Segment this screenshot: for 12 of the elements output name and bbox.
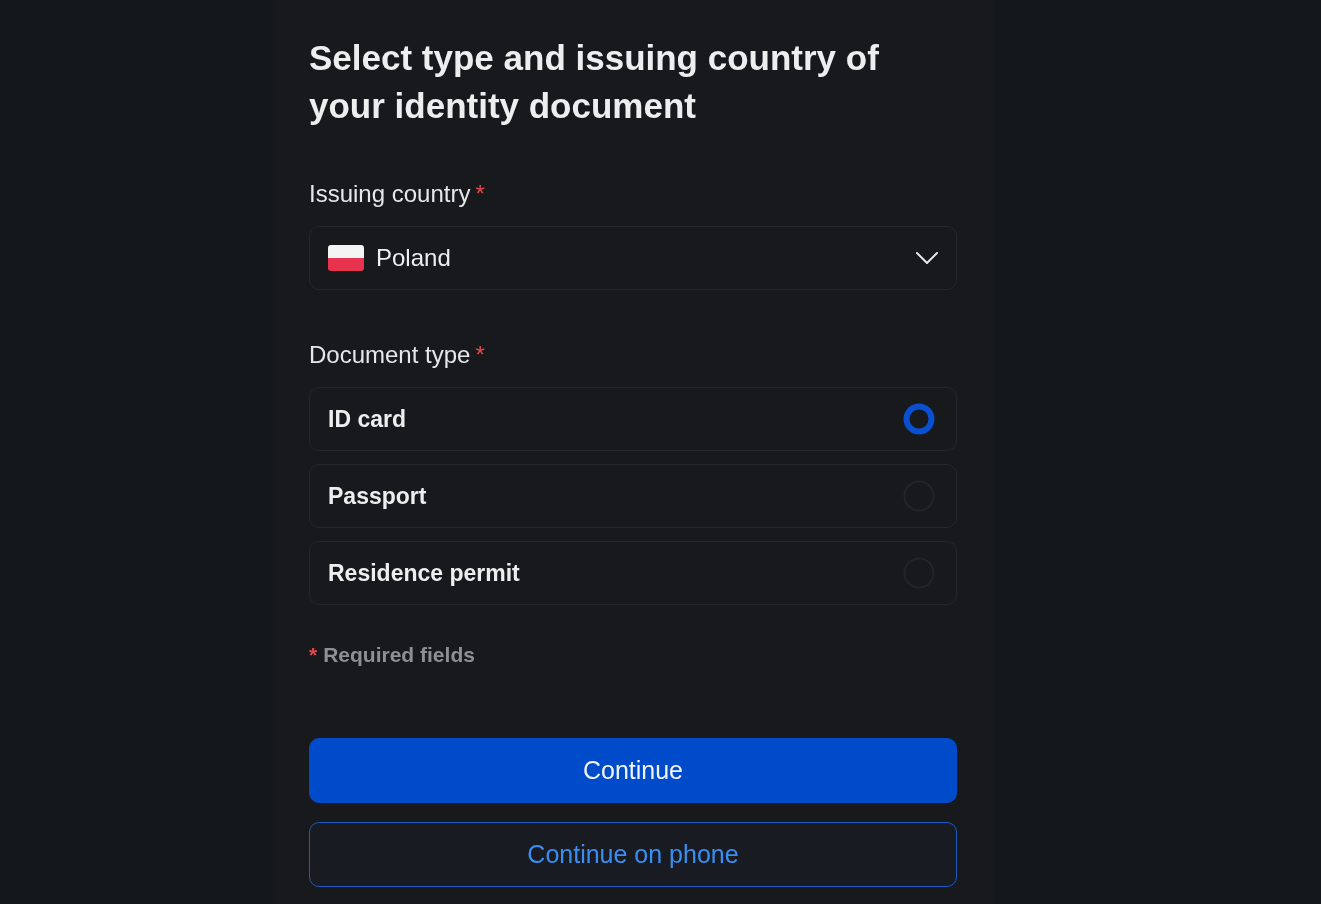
country-dropdown[interactable]: Poland xyxy=(309,226,957,290)
document-type-option[interactable]: Residence permit xyxy=(309,541,957,605)
field-label: Document type * xyxy=(309,340,486,370)
field-label: Issuing country * xyxy=(309,179,486,209)
flag-icon xyxy=(328,245,364,271)
page-heading: Select type and issuing country of your identity document xyxy=(309,37,880,127)
chevron-down-icon xyxy=(916,252,938,264)
document-type-option[interactable]: ID card xyxy=(309,387,957,451)
continue-button[interactable]: Continue xyxy=(309,738,957,803)
document-type-option[interactable]: Passport xyxy=(309,464,957,528)
required-fields-note: * Required fields xyxy=(309,642,476,668)
continue-on-phone-button[interactable]: Continue on phone xyxy=(309,822,957,887)
